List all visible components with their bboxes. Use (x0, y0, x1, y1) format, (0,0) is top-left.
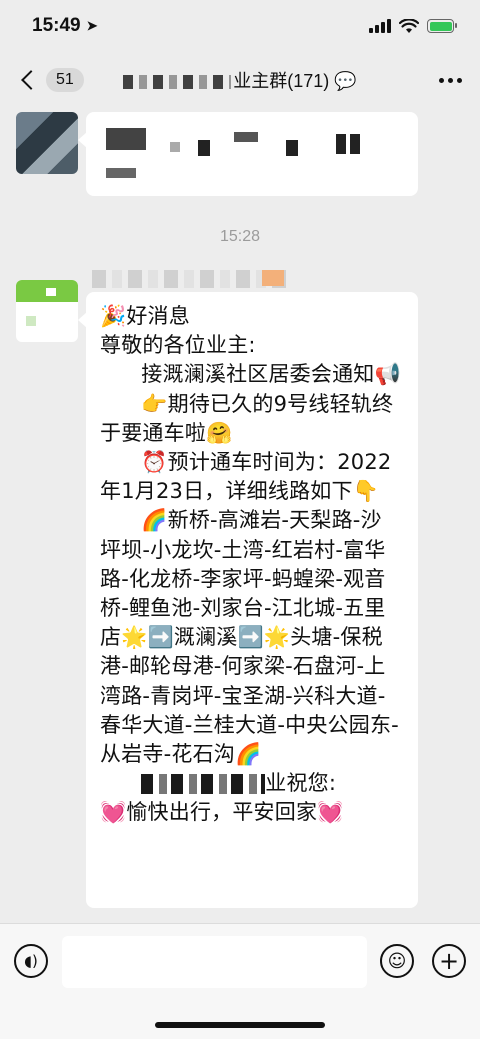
message-input[interactable] (62, 936, 367, 988)
chat-area[interactable]: 15:28 🎉好消息 尊敬的各位业主: 接溉澜溪社区居委会通知📢 👉期待已久的9… (0, 108, 480, 923)
notice-line: 👉期待已久的9号线轻轨终于要通车啦🤗 (100, 391, 394, 445)
sender-name-redacted (92, 270, 292, 288)
message-bubble-redacted[interactable] (78, 112, 418, 196)
avatar[interactable] (16, 280, 78, 342)
location-arrow-icon: ➤ (86, 18, 98, 33)
redaction (198, 140, 210, 156)
notice-text: 🎉好消息 尊敬的各位业主: 接溉澜溪社区居委会通知📢 👉期待已久的9号线轻轨终于… (100, 302, 402, 828)
battery-charging-icon (427, 19, 457, 33)
message-bubble[interactable]: 🎉好消息 尊敬的各位业主: 接溉澜溪社区居委会通知📢 👉期待已久的9号线轻轨终于… (78, 292, 418, 908)
redacted-group-name (123, 75, 232, 90)
status-time: 15:49 ➤ (32, 15, 98, 37)
more-dot (457, 77, 462, 83)
more-button[interactable] (439, 77, 462, 83)
closing-line: 💓愉快出行，平安回家💓 (100, 800, 344, 825)
unread-count-badge: 51 (46, 68, 84, 92)
emoji-icon[interactable]: ☺ (380, 944, 414, 978)
notice-line: 尊敬的各位业主: (100, 333, 256, 358)
wifi-icon (399, 18, 419, 33)
cellular-signal-icon (369, 19, 391, 33)
closing-suffix: 业祝您: (265, 771, 337, 796)
chat-bubble-icon: 💬 (334, 71, 357, 91)
more-dot (439, 77, 444, 83)
status-bar: 15:49 ➤ (0, 0, 480, 52)
back-button[interactable]: 51 (18, 68, 84, 92)
redaction (234, 132, 258, 142)
plus-icon[interactable]: + (432, 944, 466, 978)
notice-line: 接溉澜溪社区居委会通知📢 (100, 362, 401, 387)
notice-line: 🎉好消息 (100, 304, 190, 328)
chevron-left-icon (21, 70, 41, 90)
notice-line: 🌈新桥-高滩岩-天梨路-沙坪坝-小龙坎-土湾-红岩村-富华路-化龙桥-李家坪-蚂… (100, 508, 399, 767)
avatar[interactable] (16, 112, 78, 174)
chat-title-text: 业主群(171) (233, 71, 330, 91)
more-dot (448, 77, 453, 83)
time-text: 15:49 (32, 15, 81, 36)
voice-icon[interactable]: ◖) (14, 944, 48, 978)
redaction (170, 142, 180, 152)
status-icons (369, 18, 457, 34)
notice-line: ⏰预计通车时间为：2022年1月23日，详细线路如下👇 (100, 450, 392, 504)
redaction (106, 168, 136, 178)
nav-bar: 51 业主群(171) 💬 (0, 52, 480, 108)
redaction (350, 134, 360, 154)
home-indicator[interactable] (155, 1022, 325, 1028)
redaction (106, 128, 146, 150)
redacted-sender (141, 774, 266, 795)
redaction (336, 134, 346, 154)
message-timestamp: 15:28 (219, 228, 261, 245)
redaction (286, 140, 298, 156)
